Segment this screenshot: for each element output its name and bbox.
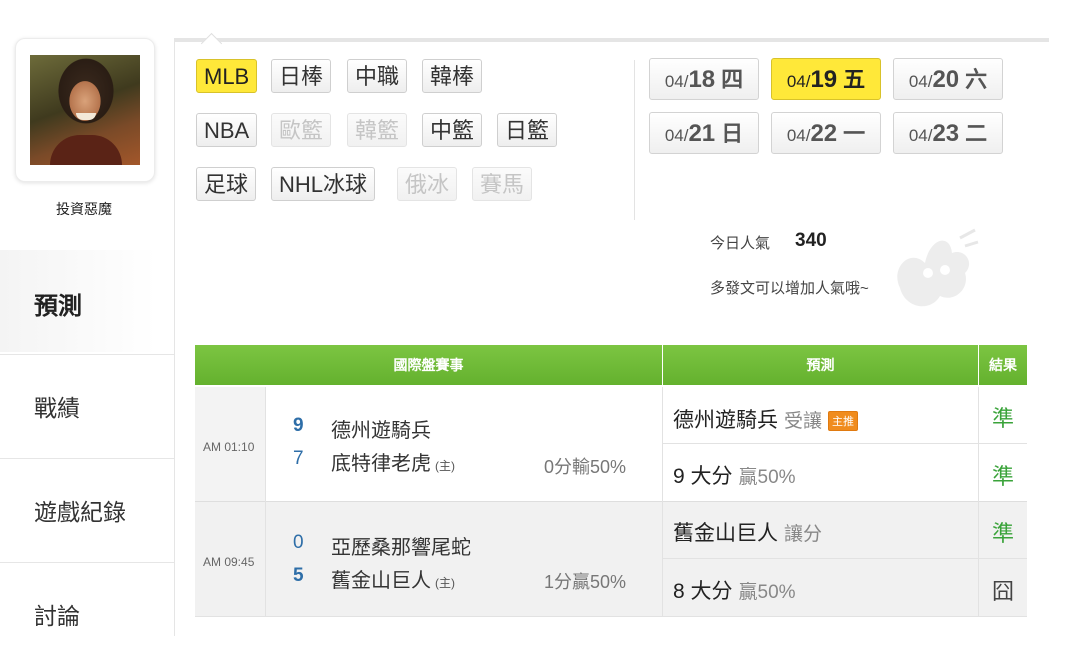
sport-button-nba[interactable]: NBA — [196, 113, 258, 147]
date-day: 23 — [932, 120, 960, 147]
sport-button-korea-basketball[interactable]: 韓籃 — [347, 113, 408, 147]
home-tag: (主) — [435, 576, 455, 590]
prediction-total: 9 大分 贏50% — [673, 460, 796, 490]
date-day: 22 — [810, 120, 838, 147]
home-team[interactable]: 舊金山巨人 (主) — [331, 564, 455, 593]
date-weekday: 六 — [965, 67, 988, 92]
away-team[interactable]: 亞歷桑那響尾蛇 — [331, 531, 471, 560]
game-time: AM 01:10 — [203, 440, 255, 454]
home-team[interactable]: 底特律老虎 (主) — [331, 447, 455, 476]
sport-button-china-basketball[interactable]: 中籃 — [422, 113, 483, 147]
away-score: 0 — [293, 532, 304, 553]
date-day: 19 — [810, 66, 838, 93]
date-weekday: 四 — [721, 67, 744, 92]
home-team-name: 底特律老虎 — [331, 453, 431, 475]
home-score: 5 — [293, 565, 304, 586]
date-month: 04/ — [908, 126, 933, 145]
handicap-line: 0分輸50% — [544, 457, 627, 477]
date-button-0420[interactable]: 04/20 六 — [893, 58, 1003, 100]
game-time: AM 09:45 — [203, 555, 255, 569]
result-mark: 準 — [991, 406, 1014, 431]
popularity-hint: 多發文可以增加人氣哦~ — [710, 280, 869, 297]
date-day: 20 — [932, 66, 960, 93]
date-weekday: 一 — [843, 121, 866, 146]
avatar-coat — [50, 135, 122, 165]
popularity-value: 340 — [795, 230, 827, 251]
date-weekday: 二 — [965, 121, 988, 146]
sport-button-mlb[interactable]: MLB — [196, 59, 258, 93]
date-month: 04/ — [664, 72, 689, 91]
home-score: 7 — [293, 448, 304, 469]
divider — [265, 501, 266, 617]
home-team-name: 舊金山巨人 — [331, 570, 431, 592]
username[interactable]: 投資惡魔 — [0, 199, 168, 219]
table-row[interactable] — [195, 387, 1027, 501]
sport-button-soccer[interactable]: 足球 — [196, 167, 257, 201]
prediction-spread: 德州遊騎兵 受讓 主推 — [673, 404, 859, 434]
away-team[interactable]: 德州遊騎兵 — [331, 414, 431, 443]
nav-item-label: 討論 — [34, 603, 80, 629]
header-result: 結果 — [979, 345, 1027, 385]
divider — [662, 501, 663, 617]
header-prediction: 預測 — [663, 345, 978, 385]
divider — [195, 616, 1027, 617]
sport-button-kbo[interactable]: 韓棒 — [422, 59, 483, 93]
prediction-total-odds: 贏50% — [738, 582, 796, 603]
date-month: 04/ — [664, 126, 689, 145]
sport-button-cpbl[interactable]: 中職 — [347, 59, 408, 93]
nav-item-discuss[interactable]: 討論 — [0, 562, 174, 663]
nav-item-predict[interactable]: 預測 — [0, 250, 174, 352]
mascot-decoration-icon — [897, 228, 979, 307]
away-score: 9 — [293, 415, 304, 436]
prediction-spread: 舊金山巨人 讓分 — [673, 517, 822, 547]
prediction-type: 讓分 — [784, 524, 823, 545]
sport-button-khl[interactable]: 俄冰 — [397, 167, 458, 201]
avatar-mouth — [76, 113, 96, 120]
divider — [634, 60, 635, 220]
prediction-table: 國際盤賽事 預測 結果 AM 01:10 9 德州遊騎兵 7 底特律老虎 (主) … — [195, 345, 1027, 617]
prediction-total-value: 9 大分 — [673, 465, 733, 488]
result-mark: 囧 — [991, 579, 1014, 604]
nav-item-label: 戰績 — [34, 395, 80, 421]
nav-item-label: 預測 — [34, 293, 82, 320]
avatar[interactable] — [30, 55, 140, 165]
main-pick-badge: 主推 — [828, 411, 859, 432]
date-month: 04/ — [908, 72, 933, 91]
date-month: 04/ — [786, 72, 811, 91]
sport-button-horse-racing[interactable]: 賽馬 — [472, 167, 533, 201]
profile-card[interactable] — [15, 38, 155, 182]
date-button-0419[interactable]: 04/19 五 — [771, 58, 881, 100]
date-day: 21 — [688, 120, 716, 147]
nav-item-history[interactable]: 遊戲紀錄 — [0, 458, 174, 559]
date-month: 04/ — [786, 126, 811, 145]
prediction-total-value: 8 大分 — [673, 580, 733, 603]
date-weekday: 五 — [843, 67, 866, 92]
sport-button-nhl[interactable]: NHL冰球 — [271, 167, 376, 201]
divider — [663, 443, 1027, 444]
prediction-total: 8 大分 贏50% — [673, 575, 796, 605]
date-day: 18 — [688, 66, 716, 93]
nav-item-record[interactable]: 戰績 — [0, 354, 174, 455]
date-button-0418[interactable]: 04/18 四 — [649, 58, 759, 100]
date-button-0422[interactable]: 04/22 一 — [771, 112, 881, 154]
prediction-total-odds: 贏50% — [738, 467, 796, 488]
sport-button-japan-basketball[interactable]: 日籃 — [497, 113, 558, 147]
prediction-type: 受讓 — [784, 411, 823, 432]
divider — [663, 558, 1027, 559]
prediction-team: 德州遊騎兵 — [673, 409, 778, 432]
result-mark: 準 — [991, 521, 1014, 546]
date-button-0423[interactable]: 04/23 二 — [893, 112, 1003, 154]
result-mark: 準 — [991, 464, 1014, 489]
date-weekday: 日 — [721, 121, 744, 146]
home-tag: (主) — [435, 459, 455, 473]
sport-button-npb[interactable]: 日棒 — [271, 59, 332, 93]
prediction-team: 舊金山巨人 — [673, 522, 778, 545]
handicap-line: 1分贏50% — [544, 572, 627, 592]
date-button-0421[interactable]: 04/21 日 — [649, 112, 759, 154]
popularity-label: 今日人氣 — [710, 235, 771, 252]
nav-item-label: 遊戲紀錄 — [34, 499, 126, 525]
sport-button-euro-basketball[interactable]: 歐籃 — [271, 113, 332, 147]
header-event: 國際盤賽事 — [195, 345, 662, 385]
